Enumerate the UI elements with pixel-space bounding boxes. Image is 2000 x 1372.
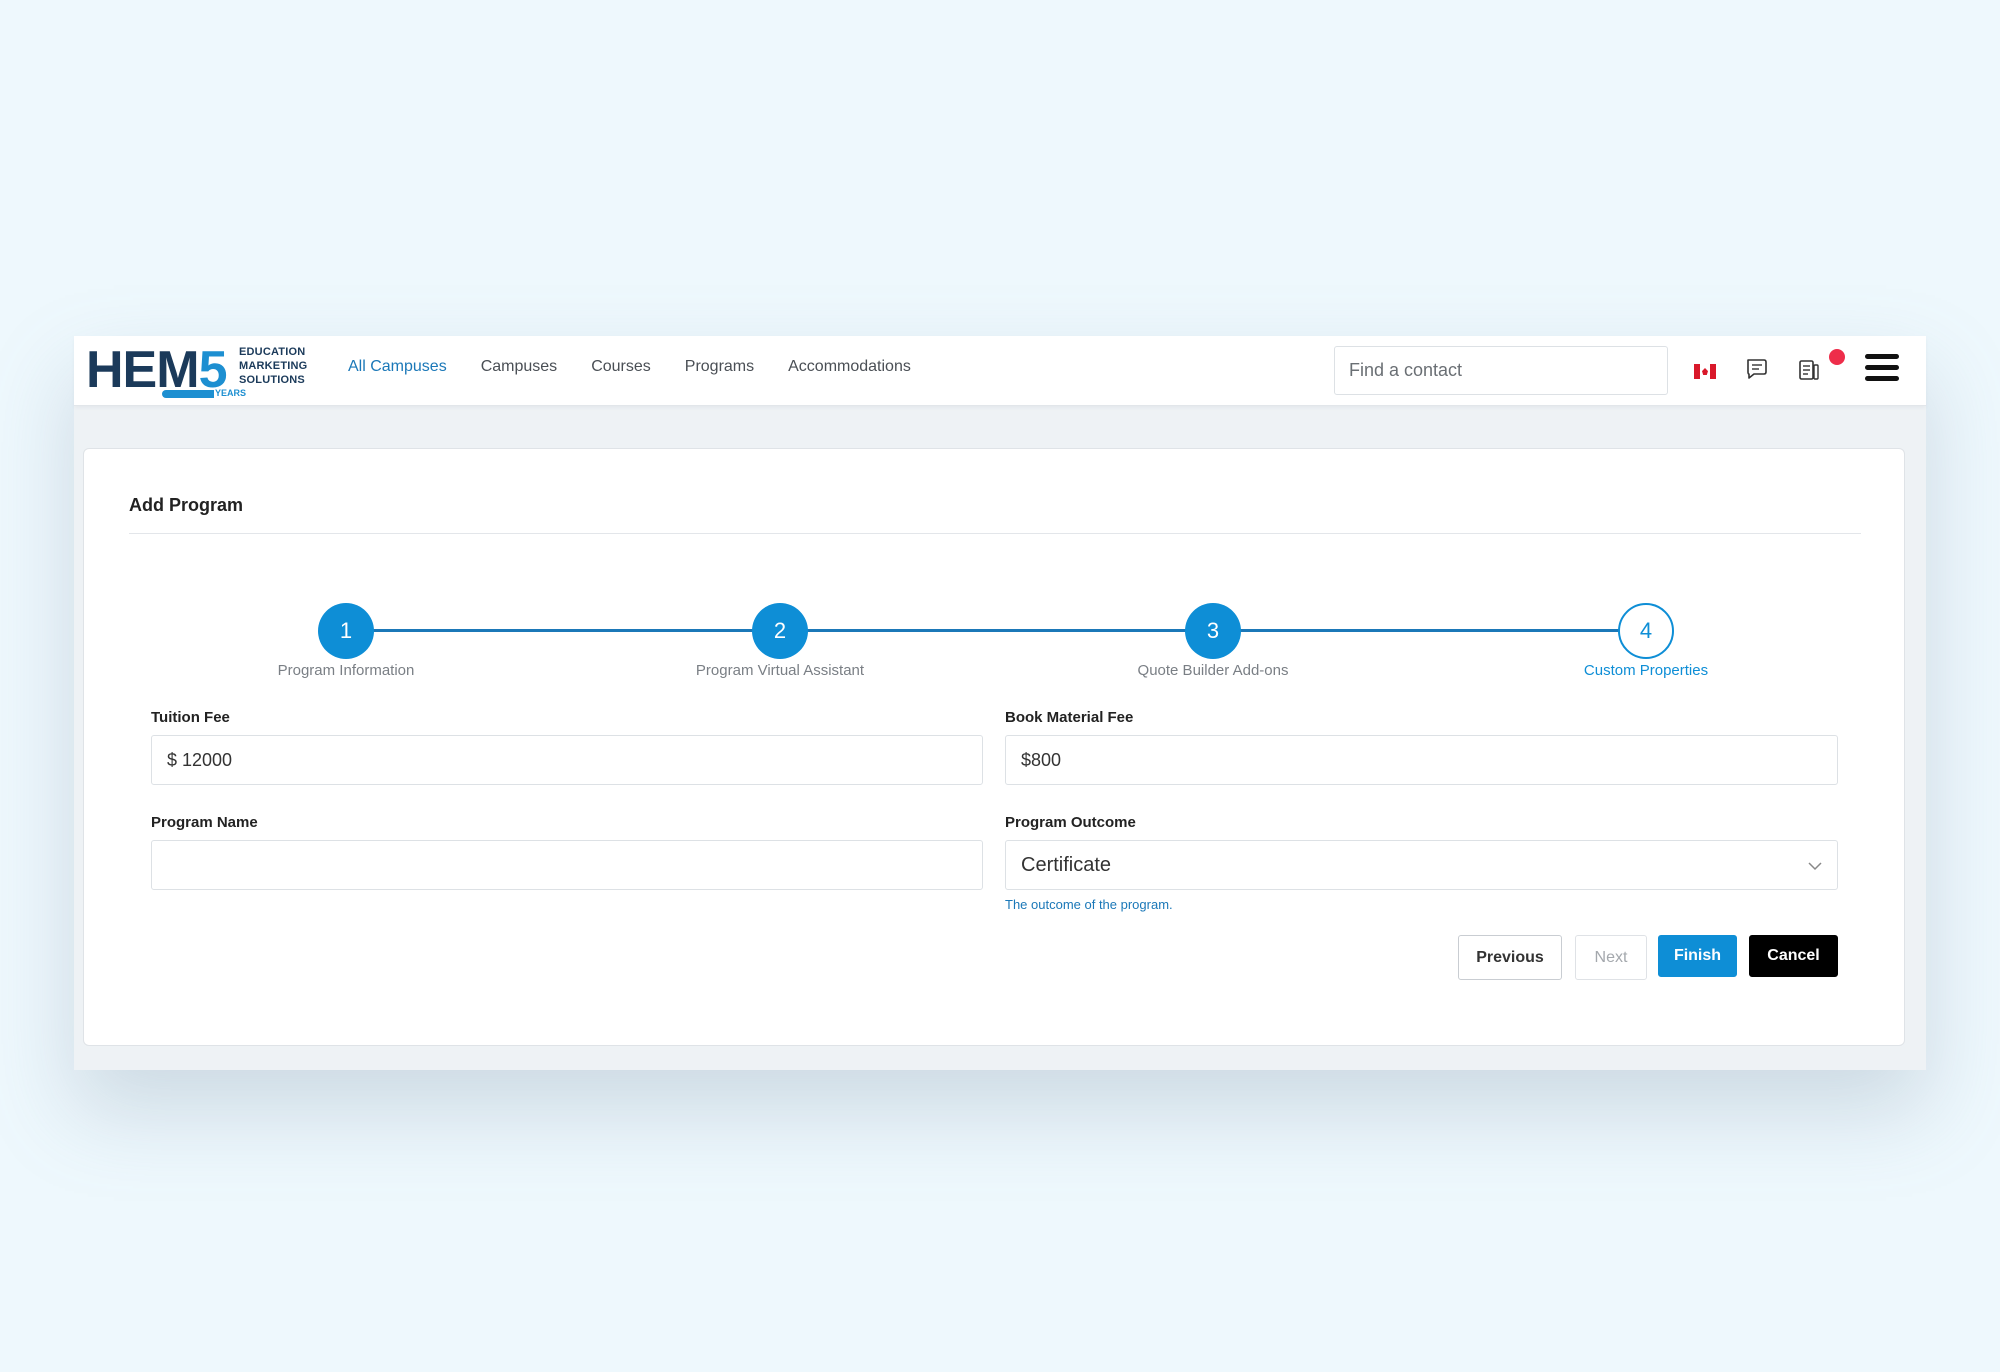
logo-years-text: YEARS [214,388,248,398]
step-connector [346,629,780,632]
nav-programs[interactable]: Programs [685,358,754,376]
cancel-button[interactable]: Cancel [1749,935,1838,977]
nav-all-campuses[interactable]: All Campuses [348,358,447,376]
tuition-fee-label: Tuition Fee [151,709,230,726]
find-contact-input[interactable] [1334,346,1668,395]
chevron-down-icon [1808,862,1822,871]
nav-campuses[interactable]: Campuses [481,358,557,376]
program-outcome-label: Program Outcome [1005,814,1136,831]
main-nav: All Campuses Campuses Courses Programs A… [348,358,945,376]
add-program-card: Add Program 1 2 3 4 Program Information … [83,448,1905,1046]
chat-icon[interactable] [1742,354,1776,388]
step-1-circle[interactable]: 1 [318,603,374,659]
app-window: HEM5 EDUCATION MARKETING SOLUTIONS YEARS… [74,336,1926,1070]
book-material-fee-input[interactable] [1005,735,1838,785]
program-outcome-value: Certificate [1021,854,1112,876]
program-name-input[interactable] [151,840,983,890]
step-4-label: Custom Properties [1583,662,1709,679]
step-connector [1213,629,1646,632]
next-button[interactable]: Next [1575,935,1647,980]
step-2-label: Program Virtual Assistant [695,662,865,679]
program-name-label: Program Name [151,814,258,831]
program-outcome-select[interactable]: Certificate [1005,840,1838,890]
nav-courses[interactable]: Courses [591,358,651,376]
step-4-circle[interactable]: 4 [1618,603,1674,659]
previous-button[interactable]: Previous [1458,935,1562,980]
notification-badge [1829,349,1845,365]
flag-canada-icon[interactable] [1694,364,1716,379]
document-icon[interactable] [1794,354,1828,388]
book-material-fee-label: Book Material Fee [1005,709,1134,726]
hamburger-menu-icon[interactable] [1865,354,1899,384]
tuition-fee-input[interactable] [151,735,983,785]
step-connector [780,629,1213,632]
step-3-label: Quote Builder Add-ons [1137,662,1289,679]
finish-button[interactable]: Finish [1658,935,1737,977]
program-outcome-help: The outcome of the program. [1005,897,1173,912]
wizard-stepper: 1 2 3 4 Program Information Program Virt… [84,449,1906,689]
step-3-circle[interactable]: 3 [1185,603,1241,659]
hem5-logo[interactable]: HEM5 EDUCATION MARKETING SOLUTIONS YEARS [86,340,316,402]
step-2-circle[interactable]: 2 [752,603,808,659]
logo-tagline: EDUCATION MARKETING SOLUTIONS [239,346,308,386]
step-1-label: Program Information [277,662,415,679]
nav-accommodations[interactable]: Accommodations [788,358,911,376]
top-navigation-bar: HEM5 EDUCATION MARKETING SOLUTIONS YEARS… [74,336,1926,406]
